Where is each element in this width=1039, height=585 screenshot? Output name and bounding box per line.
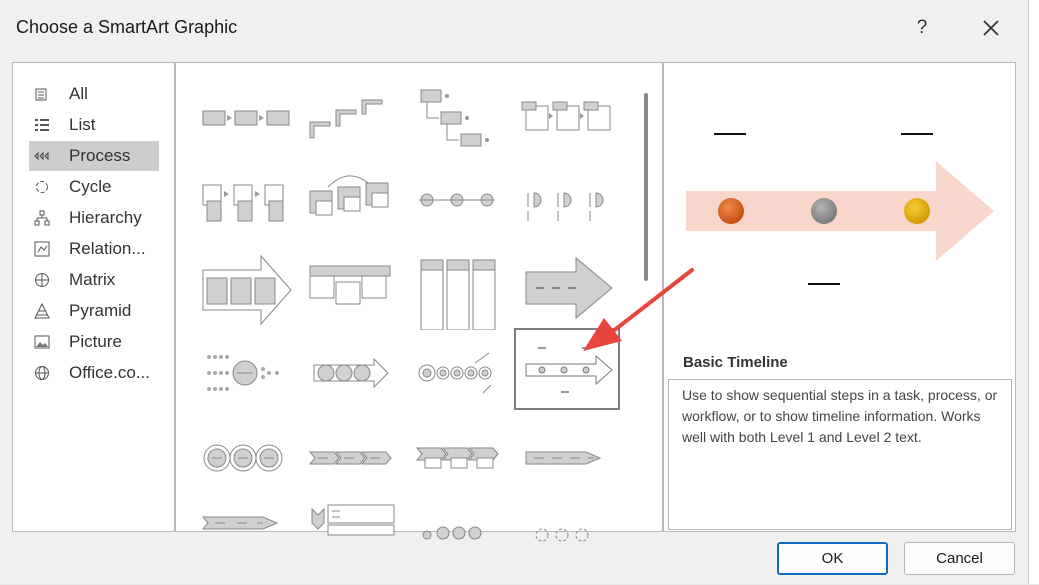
layout-basic-chevron[interactable] [191,248,297,330]
process-icon [34,148,50,164]
layout-gallery [175,62,663,542]
category-pyramid[interactable]: Pyramid [29,296,159,326]
category-label: Matrix [69,270,116,289]
ok-button[interactable]: OK [777,542,888,575]
layout-stepped-process[interactable] [298,248,404,330]
layout-process-arrows[interactable] [298,333,404,415]
layout-arrow-process[interactable] [512,248,618,330]
help-button[interactable]: ? [910,14,934,42]
category-label: List [69,115,96,134]
category-label: Hierarchy [69,208,142,227]
layout-half-circle-process[interactable] [512,163,618,245]
category-label: Relation... [69,239,146,258]
close-button[interactable] [974,11,1008,45]
layout-circle-row[interactable] [405,503,511,585]
gallery-scrollbar[interactable] [636,67,656,531]
layout-accent-chevron[interactable] [405,418,511,500]
layout-alternating-flow[interactable] [191,163,297,245]
all-icon [34,86,50,102]
layout-circle-accent-timeline[interactable] [191,333,297,415]
timeline-dot-1 [718,198,744,224]
category-list: All List Process Cycle Hierarchy Relatio… [12,62,175,532]
layout-description: Use to show sequential steps in a task, … [668,379,1012,530]
category-label: Process [69,146,131,165]
category-picture[interactable]: Picture [29,327,159,357]
category-process[interactable]: Process [29,141,159,171]
matrix-icon [34,272,50,288]
layout-name: Basic Timeline [683,354,788,371]
category-hierarchy[interactable]: Hierarchy [29,203,159,233]
layout-continuous-block-process[interactable] [298,163,404,245]
layout-chevron-list[interactable] [298,418,404,500]
hierarchy-icon [34,210,50,226]
gallery-scroll-thumb[interactable] [644,93,648,281]
close-icon [983,20,999,36]
relationship-icon [34,241,50,257]
layout-vertical-chevron[interactable] [298,503,404,585]
list-icon [34,117,50,133]
category-label: All [69,84,88,103]
pyramid-icon [34,303,50,319]
category-office-com[interactable]: Office.co... [29,358,159,388]
category-label: Pyramid [69,301,132,320]
layout-circle-process[interactable] [405,333,511,415]
timeline-dot-3 [904,198,930,224]
category-matrix[interactable]: Matrix [29,265,159,295]
category-all[interactable]: All [29,79,159,109]
category-relationship[interactable]: Relation... [29,234,159,264]
timeline-preview [686,133,994,285]
layout-accent-process[interactable] [512,78,618,160]
smartart-dialog: Choose a SmartArt Graphic ? All List Pro… [0,0,1029,584]
picture-icon [34,334,50,350]
category-label: Office.co... [69,363,150,382]
cycle-icon [34,179,50,195]
layout-pie-process[interactable] [405,248,511,330]
preview-panel: Basic Timeline Use to show sequential st… [663,62,1016,532]
layout-chevron-process[interactable] [512,418,618,500]
background-window-edge [1029,0,1039,584]
layout-basic-timeline[interactable] [514,328,620,410]
category-label: Picture [69,332,122,351]
layout-circle-dots[interactable] [405,163,511,245]
layout-step-up-process[interactable] [298,78,404,160]
layout-basic-process[interactable] [191,78,297,160]
layout-segmented-arrow[interactable] [191,503,297,585]
category-list-item[interactable]: List [29,110,159,140]
category-cycle[interactable]: Cycle [29,172,159,202]
dialog-title: Choose a SmartArt Graphic [16,17,238,37]
layout-step-down-process[interactable] [405,78,511,160]
timeline-dot-2 [811,198,837,224]
cancel-button[interactable]: Cancel [904,542,1015,575]
layout-circle-chain[interactable] [191,418,297,500]
layout-gear-process[interactable] [512,503,618,585]
category-label: Cycle [69,177,112,196]
globe-icon [34,365,50,381]
